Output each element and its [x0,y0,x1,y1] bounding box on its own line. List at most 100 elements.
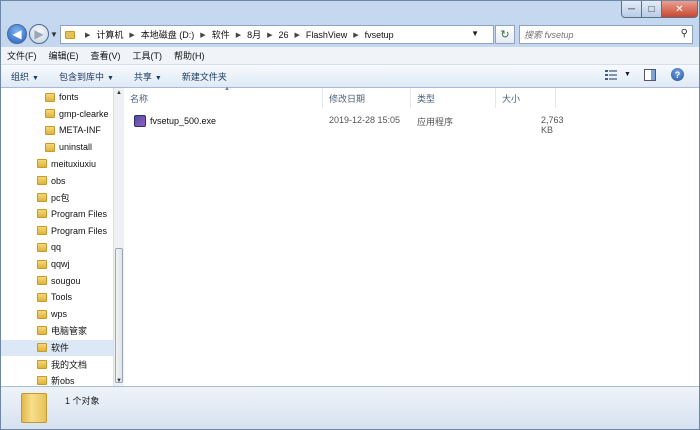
file-modified: 2019-12-28 15:05 [329,115,401,125]
folder-icon [37,359,47,369]
address-bar[interactable]: ▶ 计算机 ▶ 本地磁盘 (D:) ▶ 软件 ▶ 8月 ▶ 26 ▶ Flash… [60,25,494,44]
recent-pages-dropdown[interactable]: ▼ [50,30,58,39]
chevron-right-icon[interactable]: ▶ [85,31,90,39]
tree-item[interactable]: Program Files [1,223,113,239]
close-button[interactable]: ✕ [661,1,698,18]
tree-item-label: uninstall [59,142,93,153]
help-icon[interactable]: ? [671,68,684,81]
tree-item[interactable]: qq [1,239,113,255]
search-icon[interactable]: ⚲ [681,28,688,39]
minimize-button[interactable]: ─ [621,1,642,18]
folder-icon [37,292,47,302]
breadcrumb-august[interactable]: 8月 [247,28,261,41]
folder-icon [37,326,47,336]
tree-item[interactable]: pc包 [1,189,113,205]
details-pane: 1 个对象 [1,386,699,429]
column-name-label: 名称 [130,93,149,104]
folder-icon [37,176,47,185]
tree-item[interactable]: uninstall [1,139,113,155]
tree-item[interactable]: qqwj [1,256,113,272]
folder-icon [65,30,75,39]
exe-file-icon [134,115,146,127]
tree-item[interactable]: gmp-clearke [1,106,113,122]
scroll-down-arrow[interactable]: ▼ [114,376,124,386]
explorer-window: ─ □ ✕ ◀ ▶ ▼ ▶ 计算机 ▶ 本地磁盘 (D:) ▶ 软件 ▶ 8月 … [0,0,700,430]
sort-ascending-icon: ▲ [224,86,230,92]
breadcrumb-computer[interactable]: 计算机 [96,28,123,41]
tree-item[interactable]: Program Files [1,206,113,222]
breadcrumb-drive-d[interactable]: 本地磁盘 (D:) [141,28,195,41]
folder-icon [37,376,47,386]
search-input[interactable] [524,27,674,42]
column-header-name[interactable]: 名称 ▲ [124,86,323,108]
scroll-thumb[interactable] [115,248,123,383]
tree-item[interactable]: 电脑管家 [1,323,113,339]
file-row[interactable]: fvsetup_500.exe 2019-12-28 15:05 应用程序 2,… [134,112,564,135]
folder-icon [37,259,47,269]
chevron-right-icon[interactable]: ▶ [129,31,134,39]
column-header-type[interactable]: 类型 [411,88,496,108]
chevron-right-icon[interactable]: ▶ [267,31,272,39]
tree-item-label: qqwj [51,259,70,269]
navigation-pane: fonts gmp-clearke META-INF uninstall meituxi… [1,88,113,386]
organize-button[interactable]: 组织 ▼ [1,70,49,83]
chevron-right-icon[interactable]: ▶ [295,31,300,39]
navigation-row: ◀ ▶ ▼ ▶ 计算机 ▶ 本地磁盘 (D:) ▶ 软件 ▶ 8月 ▶ 26 ▶… [1,23,699,45]
column-header-size[interactable]: 大小 [496,88,556,108]
chevron-right-icon[interactable]: ▶ [236,31,241,39]
menu-edit[interactable]: 编辑(E) [43,49,85,62]
breadcrumb-fvsetup[interactable]: fvsetup [365,30,394,40]
view-options-dropdown[interactable]: ▼ [624,71,631,78]
tree-item-label: meituxiuxiu [51,158,97,169]
include-in-library-button[interactable]: 包含到库中 ▼ [49,70,124,83]
tree-item-label: Program Files [51,225,108,236]
folder-icon [37,242,47,252]
title-bar: ─ □ ✕ [1,1,699,23]
folder-icon [45,92,55,102]
breadcrumb-flashview[interactable]: FlashView [306,30,347,40]
file-name: fvsetup_500.exe [150,116,217,126]
menu-view[interactable]: 查看(V) [85,49,127,62]
chevron-down-icon: ▼ [154,74,162,82]
scroll-up-arrow[interactable]: ▲ [114,88,124,98]
breadcrumb-26[interactable]: 26 [279,30,289,40]
breadcrumb-software[interactable]: 软件 [212,28,230,41]
change-view-icon[interactable] [605,70,617,81]
chevron-down-icon: ▼ [106,74,114,82]
tree-item-label: gmp-clearke [59,108,109,119]
menu-help[interactable]: 帮助(H) [168,49,211,62]
forward-button[interactable]: ▶ [29,24,49,44]
menu-tools[interactable]: 工具(T) [127,49,169,62]
preview-pane-icon[interactable] [644,69,656,81]
tree-item[interactable]: meituxiuxiu [1,156,113,172]
tree-item-label: qq [51,242,62,253]
chevron-down-icon: ▼ [32,74,39,82]
tree-item[interactable]: wps [1,306,113,322]
search-box[interactable]: ⚲ [519,25,693,44]
chevron-right-icon[interactable]: ▶ [200,31,205,39]
chevron-right-icon[interactable]: ▶ [353,31,358,39]
refresh-button[interactable]: ↻ [495,25,515,44]
tree-item-label: 软件 [51,343,70,353]
back-button[interactable]: ◀ [7,24,27,44]
menu-file[interactable]: 文件(F) [1,49,43,62]
folder-icon [37,276,47,286]
new-folder-button[interactable]: 新建文件夹 [172,70,237,83]
tree-item[interactable]: fonts [1,89,113,105]
folder-icon [21,393,47,423]
tree-item[interactable]: sougou [1,273,113,289]
tree-item[interactable]: 软件 [1,339,113,356]
tree-item[interactable]: 我的文档 [1,356,113,372]
tree-item[interactable]: Tools [1,289,113,305]
share-button[interactable]: 共享 ▼ [124,70,172,83]
command-bar: 组织 ▼ 包含到库中 ▼ 共享 ▼ 新建文件夹 ▼ ? [1,65,699,88]
maximize-button[interactable]: □ [641,1,662,18]
menu-bar: 文件(F) 编辑(E) 查看(V) 工具(T) 帮助(H) [1,47,699,65]
column-header-modified[interactable]: 修改日期 [323,88,411,108]
folder-icon [37,209,47,219]
tree-item-label: sougou [51,275,81,286]
chevron-down-icon[interactable]: ▼ [471,29,479,38]
tree-item[interactable]: META-INF [1,122,113,138]
navigation-pane-scrollbar[interactable]: ▲ ▼ [113,88,124,386]
tree-item[interactable]: obs [1,173,113,189]
